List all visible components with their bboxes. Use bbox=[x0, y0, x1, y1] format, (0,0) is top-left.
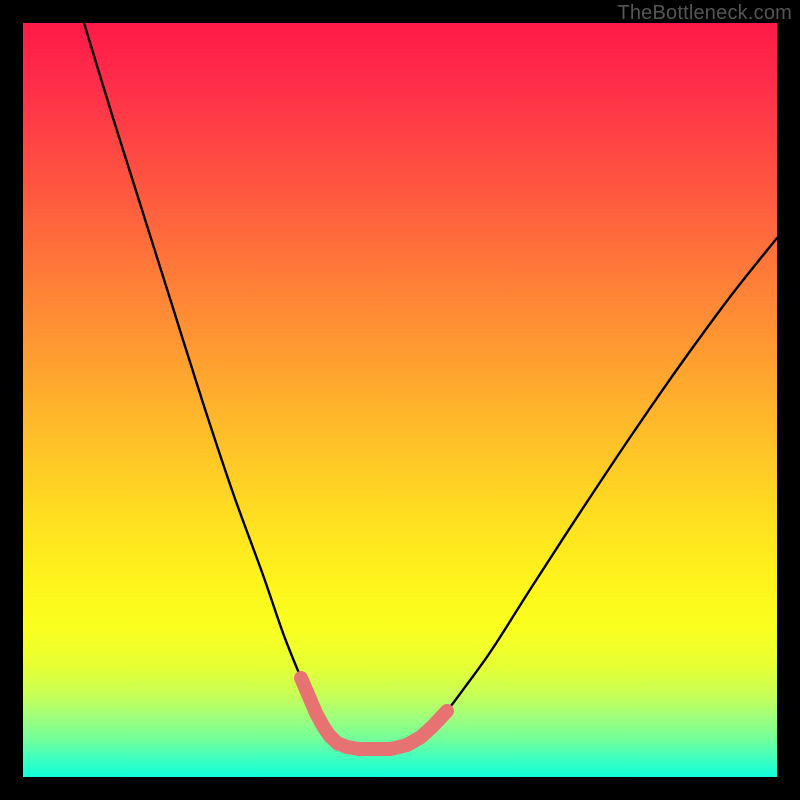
left-curve bbox=[84, 23, 373, 749]
watermark-text: TheBottleneck.com bbox=[617, 2, 792, 25]
chart-frame bbox=[23, 23, 777, 777]
valley-markers bbox=[301, 678, 447, 749]
right-curve bbox=[373, 238, 777, 749]
bottleneck-curve-plot bbox=[23, 23, 777, 777]
